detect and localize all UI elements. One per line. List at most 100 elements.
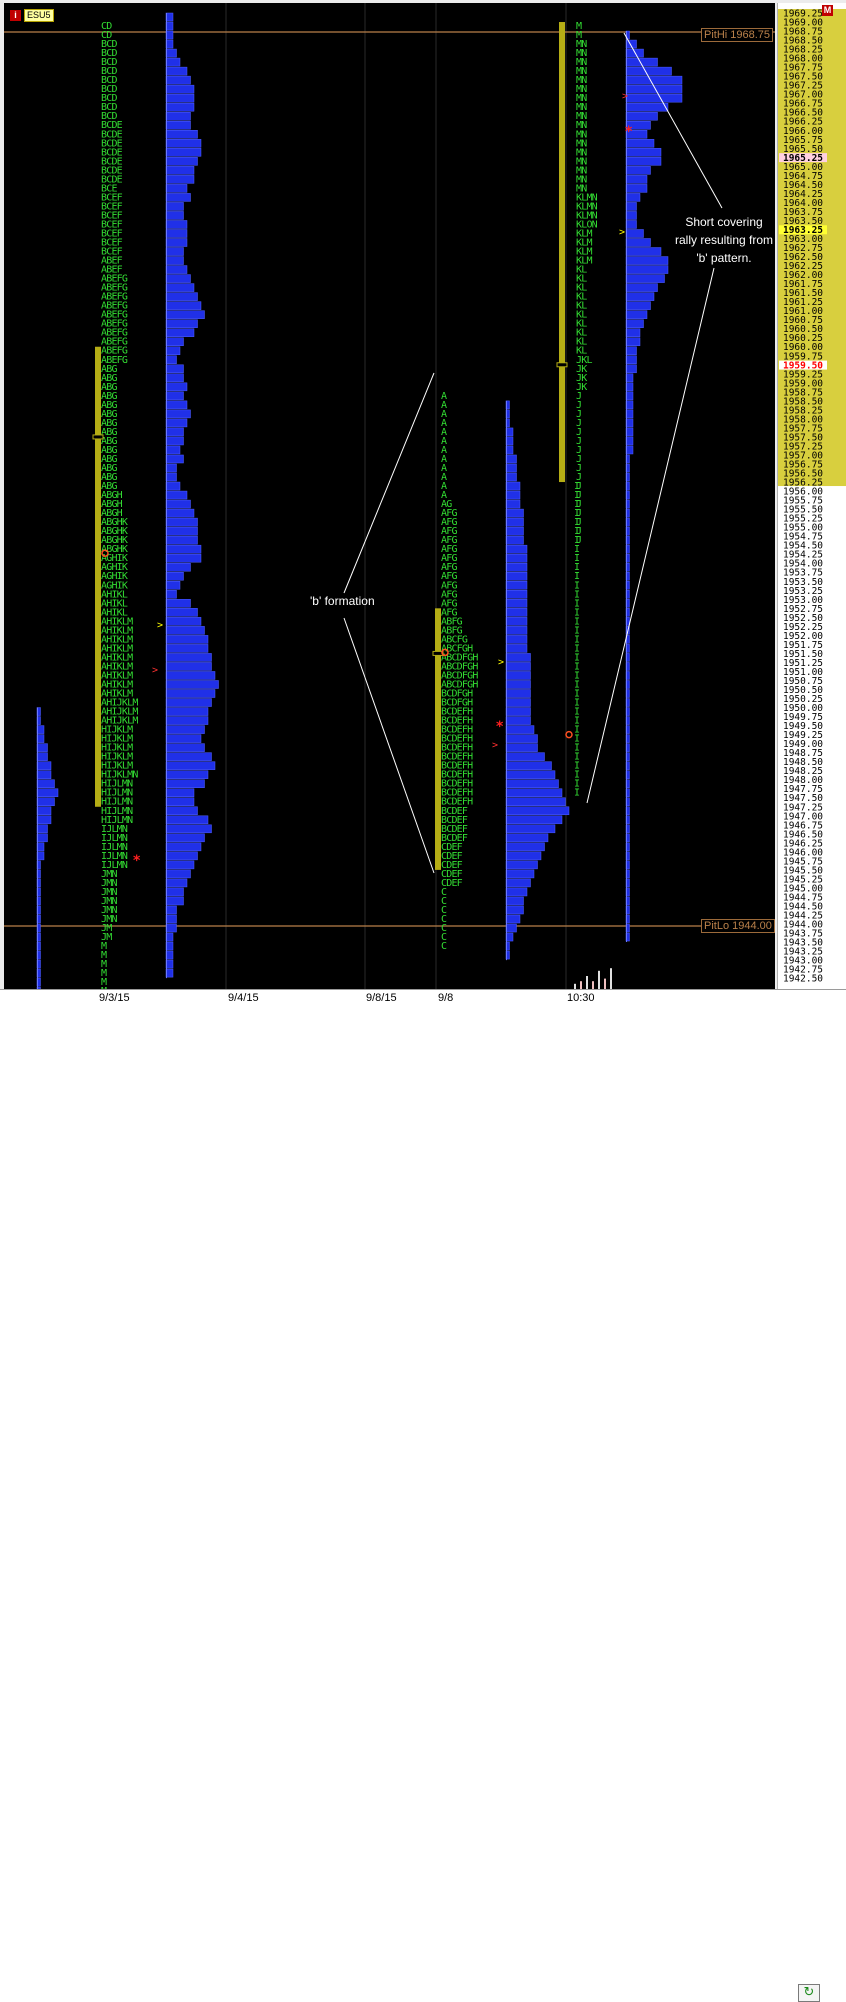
annotation-line [343, 617, 435, 874]
histogram-bar [165, 472, 177, 482]
histogram-bar [505, 689, 531, 698]
histogram-bar [165, 833, 205, 843]
poc-marker [556, 362, 568, 368]
histogram-bar [165, 680, 219, 689]
histogram-bar [625, 238, 651, 247]
histogram-bar [165, 445, 181, 455]
histogram-bar [36, 806, 52, 816]
histogram-bar [165, 337, 184, 346]
histogram-bar [505, 716, 531, 725]
histogram-bar [505, 436, 514, 446]
histogram-bar [165, 346, 181, 356]
histogram-bar [625, 409, 634, 419]
histogram-bar [165, 950, 174, 960]
histogram-bar [165, 725, 205, 734]
histogram-bar [165, 734, 202, 743]
histogram-bar [625, 436, 634, 446]
histogram-bar [505, 914, 521, 924]
histogram-bar [505, 454, 517, 464]
histogram-bar [165, 499, 191, 509]
pit-low-label: PitLo 1944.00 [701, 919, 775, 933]
histogram-bar [505, 734, 538, 743]
histogram-bar [165, 238, 188, 247]
histogram-bar [165, 905, 177, 915]
histogram-bar [505, 481, 521, 491]
histogram-bar [36, 770, 52, 779]
histogram-bar [625, 274, 665, 283]
histogram-bar [165, 923, 177, 933]
histogram-bar [625, 391, 634, 401]
histogram-bar [505, 851, 542, 861]
histogram-bar [165, 626, 205, 635]
histogram-bar [165, 671, 216, 680]
histogram-bar [165, 130, 198, 139]
annotation-line [586, 267, 715, 804]
histogram-bar [165, 454, 184, 464]
histogram-bar [625, 247, 662, 256]
single-print-marker: > [619, 227, 625, 238]
histogram-bar [625, 93, 683, 103]
histogram-bar [36, 743, 48, 752]
histogram-bar [505, 553, 528, 563]
volume-bar [604, 978, 606, 989]
plot-area[interactable]: CD CD BCD BCD BCD BCD BCD BCD BCD BCD BCD BCDE BCDE B… [4, 3, 775, 989]
histogram-bar [625, 220, 637, 229]
pit-high-label: PitHi 1968.75 [701, 28, 774, 42]
histogram-bar [165, 409, 191, 419]
histogram-bar [625, 445, 634, 455]
histogram-bar [625, 292, 655, 301]
histogram-bar [505, 472, 517, 482]
x-label-10-30: 10:30 [567, 992, 595, 1004]
histogram-bar [165, 166, 195, 175]
info-icon[interactable]: i [10, 10, 21, 21]
refresh-icon[interactable]: ↻ [798, 1984, 820, 2002]
histogram-bar [36, 842, 45, 852]
price-label: 1942.50 [783, 974, 823, 985]
histogram-bar [165, 752, 212, 761]
price-axis[interactable]: 1969.25 1969.00 1968.75 1968.50 1968.25 1968.… [777, 3, 846, 989]
histogram-bar [625, 364, 637, 374]
histogram-bar [505, 671, 531, 680]
histogram-bar [165, 707, 209, 716]
histogram-bar [165, 111, 191, 121]
histogram-bar [505, 463, 517, 473]
value-area-bar [559, 22, 565, 483]
histogram-bar [505, 860, 538, 870]
histogram-bar [625, 418, 634, 428]
histogram-bar [165, 265, 188, 274]
histogram-bar [165, 391, 184, 401]
histogram-bar [625, 175, 648, 184]
single-print-marker: > [492, 740, 498, 751]
histogram-bar [505, 608, 528, 617]
histogram-bar [505, 788, 563, 797]
histogram-bar [505, 824, 556, 834]
price-axis-labels: 1969.251969.001968.751968.501968.251968.… [778, 9, 846, 985]
x-label-9-4-15: 9/4/15 [228, 992, 259, 1004]
histogram-bar [165, 463, 177, 473]
histogram-bar [505, 932, 514, 942]
histogram-bar [505, 662, 531, 671]
histogram-bar [505, 590, 528, 599]
histogram-bar [165, 806, 198, 816]
histogram-bar [165, 770, 209, 779]
star-marker: * [496, 719, 504, 735]
histogram-bar [165, 93, 195, 103]
volume-bar [598, 970, 600, 989]
symbol-box[interactable]: i ESU5 [10, 9, 54, 22]
histogram-bar [165, 139, 202, 148]
histogram-bar [165, 84, 195, 94]
histogram-bar [165, 382, 188, 392]
histogram-bar [625, 229, 644, 238]
histogram-bar [505, 887, 528, 897]
maximize-icon[interactable]: M [822, 5, 833, 16]
histogram-bar [165, 66, 188, 76]
histogram-bar [165, 427, 184, 437]
histogram-bar [625, 211, 637, 220]
histogram-bar [36, 824, 48, 834]
histogram-bar [165, 283, 195, 292]
histogram-bar [165, 211, 184, 220]
histogram-bar [36, 725, 45, 734]
histogram-bar [625, 111, 658, 121]
histogram-bar [165, 779, 205, 788]
histogram-bar [625, 256, 669, 265]
